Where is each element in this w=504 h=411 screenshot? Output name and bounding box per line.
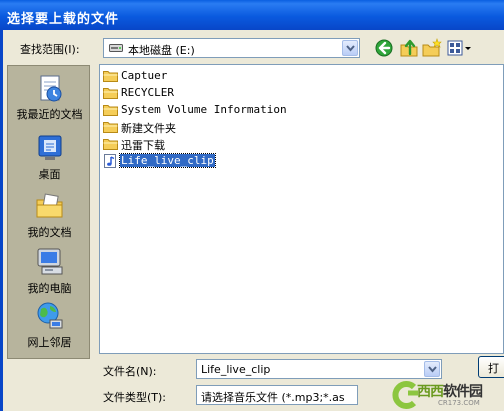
filename-dropdown-button[interactable] <box>424 361 440 377</box>
site-watermark: 西西软件园 CR173.COM <box>390 378 504 411</box>
folder-icon <box>103 139 118 150</box>
file-name: Captuer <box>121 69 168 82</box>
desktop-icon <box>38 135 61 160</box>
look-in-dropdown-button[interactable] <box>342 40 358 56</box>
filename-value: Life_live_clip <box>201 363 271 376</box>
my-documents-icon <box>36 193 62 218</box>
filetype-value: 请选择音乐文件 (*.mp3;*.as <box>201 391 345 404</box>
watermark-url: CR173.COM <box>438 399 480 407</box>
open-button[interactable]: 打 <box>478 356 504 378</box>
places-bar: 我最近的文档 桌面 我的文档 我的电脑 网上邻居 <box>7 65 90 359</box>
chevron-down-icon <box>428 366 437 373</box>
folder-icon <box>103 88 118 99</box>
file-name: 新建文件夹 <box>121 122 176 135</box>
place-network-places[interactable]: 网上邻居 <box>8 300 91 350</box>
place-my-documents[interactable]: 我的文档 <box>8 190 91 240</box>
place-desktop[interactable]: 桌面 <box>8 132 91 182</box>
filename-combobox[interactable]: Life_live_clip <box>196 359 442 379</box>
place-my-computer[interactable]: 我的电脑 <box>8 246 91 296</box>
file-name: RECYCLER <box>121 86 174 99</box>
file-name: Life_live_clip <box>119 153 216 168</box>
drive-icon <box>109 44 123 52</box>
my-computer-icon <box>37 248 62 275</box>
look-in-label: 查找范围(I): <box>20 43 80 56</box>
place-label: 网上邻居 <box>27 336 72 349</box>
look-in-combobox[interactable]: 本地磁盘 (E:) <box>103 38 360 58</box>
back-icon[interactable] <box>374 38 394 58</box>
folder-icon <box>103 105 118 116</box>
file-list[interactable]: Captuer RECYCLER System Volume Informati… <box>99 64 504 354</box>
folder-icon <box>103 122 118 133</box>
watermark-name: 西西软件园 <box>417 384 483 400</box>
new-folder-icon[interactable] <box>422 38 442 58</box>
file-name: System Volume Information <box>121 103 287 116</box>
place-label: 我的电脑 <box>27 282 72 295</box>
place-label: 我最近的文档 <box>16 108 83 121</box>
dialog-title: 选择要上载的文件 <box>0 0 504 30</box>
recent-documents-icon <box>40 75 61 102</box>
file-name: 迅雷下载 <box>121 139 165 152</box>
network-places-icon <box>37 302 62 329</box>
filename-label: 文件名(N): <box>103 365 157 378</box>
filetype-select[interactable]: 请选择音乐文件 (*.mp3;*.as <box>196 385 358 405</box>
open-button-label: 打 <box>488 362 499 375</box>
place-label: 桌面 <box>38 168 61 181</box>
place-recent-documents[interactable]: 我最近的文档 <box>8 72 91 122</box>
up-one-level-icon[interactable] <box>399 38 419 58</box>
folder-icon <box>103 71 118 82</box>
window-frame-left <box>0 30 3 411</box>
view-menu-icon[interactable] <box>446 38 472 58</box>
place-label: 我的文档 <box>27 226 72 239</box>
filetype-label: 文件类型(T): <box>103 391 167 404</box>
chevron-down-icon <box>346 45 355 52</box>
look-in-value: 本地磁盘 (E:) <box>128 44 195 57</box>
audio-file-icon <box>104 154 116 168</box>
watermark-logo <box>392 381 418 409</box>
